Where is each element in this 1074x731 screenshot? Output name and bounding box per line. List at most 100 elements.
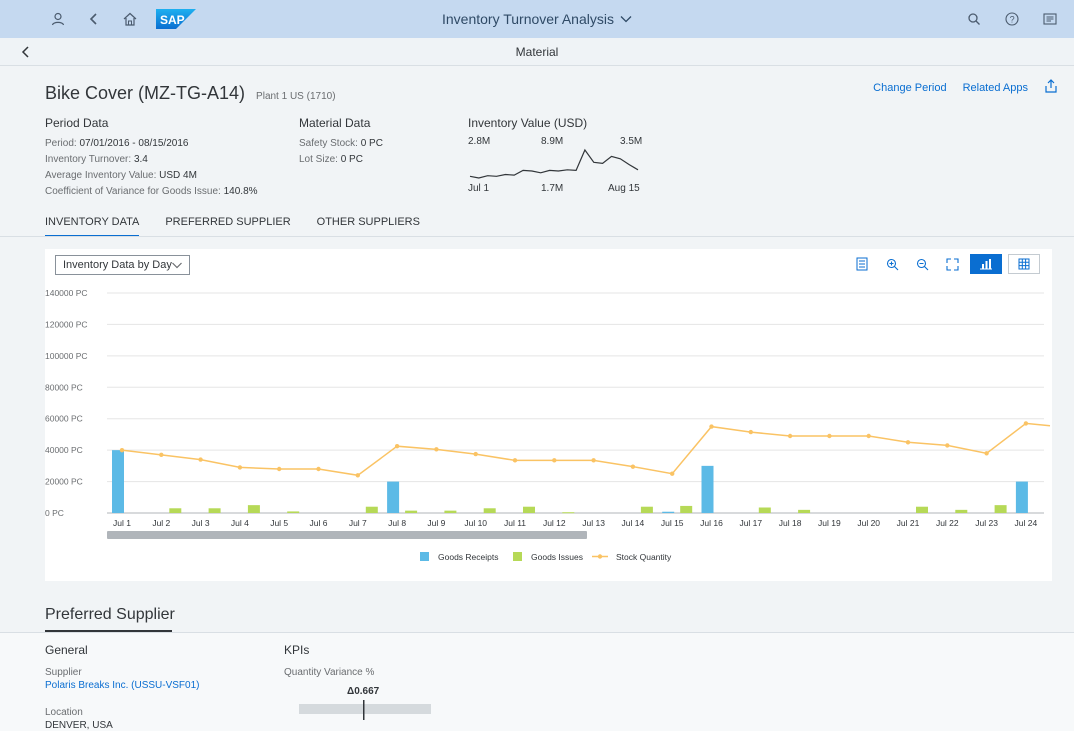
shell-left-group: SAP bbox=[48, 0, 196, 38]
goods-receipts-bar bbox=[112, 450, 124, 513]
stock-quantity-point bbox=[552, 458, 557, 463]
change-period-button[interactable]: Change Period bbox=[873, 82, 946, 94]
period-data-section: Period Data Period: 07/01/2016 - 08/15/2… bbox=[45, 116, 258, 200]
goods-issues-bar bbox=[365, 506, 378, 513]
goods-issues-bar bbox=[680, 505, 693, 513]
user-icon[interactable] bbox=[48, 9, 68, 29]
x-tick-label: Jul 21 bbox=[897, 518, 920, 528]
header-actions: Change Period Related Apps bbox=[873, 79, 1058, 96]
stock-quantity-point bbox=[434, 447, 439, 452]
share-icon[interactable] bbox=[1044, 79, 1058, 96]
y-tick-label: 140000 PC bbox=[45, 288, 88, 298]
material-data-heading: Material Data bbox=[299, 116, 371, 130]
supplier-link[interactable]: Polaris Breaks Inc. (USSU-VSF01) bbox=[45, 680, 200, 691]
kpis-heading: KPIs bbox=[284, 643, 310, 657]
stock-quantity-point bbox=[945, 443, 950, 448]
chart-grid bbox=[107, 292, 1044, 514]
tab-inventory-data[interactable]: INVENTORY DATA bbox=[45, 216, 140, 237]
sap-logo[interactable]: SAP bbox=[156, 8, 196, 30]
cov-label: Coefficient of Variance for Goods Issue: bbox=[45, 186, 221, 197]
spark-top-right: 3.5M bbox=[620, 136, 642, 147]
general-heading: General bbox=[45, 643, 88, 657]
related-apps-button[interactable]: Related Apps bbox=[963, 82, 1028, 94]
chevron-down-icon bbox=[620, 16, 632, 23]
goods-receipts-bar bbox=[662, 511, 675, 513]
stock-quantity-point bbox=[473, 451, 478, 457]
goods-issues-bar bbox=[562, 512, 575, 514]
goods-issues-bar bbox=[994, 505, 1007, 513]
x-tick-label: Jul 18 bbox=[779, 518, 802, 528]
chart-legend: Goods Receipts Goods Issues Stock Quantity bbox=[420, 552, 672, 562]
avg-inventory-label: Average Inventory Value: bbox=[45, 170, 157, 181]
stock-quantity-point bbox=[198, 457, 203, 462]
stock-quantity-point bbox=[316, 466, 321, 472]
legend-label: Goods Issues bbox=[531, 552, 583, 562]
stock-quantity-path bbox=[121, 422, 1051, 477]
stock-quantity-point bbox=[630, 464, 636, 469]
stock-quantity-point bbox=[866, 433, 871, 439]
x-tick-label: Jul 11 bbox=[504, 518, 526, 528]
spark-bottom-left: Jul 1 bbox=[468, 183, 490, 194]
x-tick-label: Jul 1 bbox=[113, 518, 131, 528]
lot-size-row: Lot Size: 0 PC bbox=[299, 152, 383, 168]
avg-inventory-row: Average Inventory Value: USD 4M bbox=[45, 168, 258, 184]
stock-quantity-line bbox=[119, 421, 1051, 478]
legend-label: Stock Quantity bbox=[616, 552, 672, 562]
location-value: DENVER, USA bbox=[45, 720, 113, 731]
chart-scrollbar-thumb[interactable] bbox=[107, 531, 587, 539]
inventory-chart: 140000 PC 120000 PC 100000 PC 80000 PC 60000… bbox=[45, 288, 1051, 562]
period-data-heading: Period Data bbox=[45, 116, 109, 130]
lot-size-label: Lot Size: bbox=[299, 154, 338, 165]
y-tick-label: 20000 PC bbox=[45, 477, 83, 487]
spark-bottom-right: Aug 15 bbox=[608, 183, 640, 194]
location-label: Location bbox=[45, 707, 83, 718]
goods-issues-bar bbox=[955, 509, 968, 513]
quantity-variance-value: Δ0.667 bbox=[347, 686, 380, 697]
preferred-supplier-title: Preferred Supplier bbox=[45, 606, 175, 623]
back-icon[interactable] bbox=[84, 9, 104, 29]
cov-row: Coefficient of Variance for Goods Issue:… bbox=[45, 184, 258, 200]
stock-quantity-point bbox=[984, 451, 989, 456]
kpis-section: KPIs Quantity Variance % Δ0.667 bbox=[284, 643, 444, 725]
quantity-variance-bullet: Δ0.667 bbox=[299, 686, 431, 720]
x-tick-label: Jul 7 bbox=[349, 518, 367, 528]
svg-text:?: ? bbox=[1010, 14, 1015, 24]
notifications-icon[interactable] bbox=[1040, 9, 1060, 29]
tab-preferred-supplier[interactable]: PREFERRED SUPPLIER bbox=[165, 216, 290, 237]
turnover-row: Inventory Turnover: 3.4 bbox=[45, 152, 258, 168]
object-title-line: Bike Cover (MZ-TG-A14) Plant 1 US (1710) bbox=[45, 83, 336, 104]
x-tick-label: Jul 4 bbox=[231, 518, 249, 528]
inventory-value-heading: Inventory Value (USD) bbox=[468, 116, 588, 130]
period-value: 07/01/2016 - 08/15/2016 bbox=[79, 138, 189, 149]
stock-quantity-point bbox=[512, 458, 518, 463]
legend-swatch bbox=[420, 552, 429, 561]
search-icon[interactable] bbox=[964, 9, 984, 29]
x-tick-label: Jul 10 bbox=[464, 518, 487, 528]
x-tick-label: Jul 9 bbox=[427, 518, 445, 528]
help-icon[interactable]: ? bbox=[1002, 9, 1022, 29]
stock-quantity-point bbox=[237, 465, 243, 470]
goods-receipts-bar bbox=[387, 481, 400, 513]
home-icon[interactable] bbox=[120, 9, 140, 29]
chart-card: Inventory Data by Day 140000 PC 120000 PC… bbox=[45, 249, 1052, 581]
stock-quantity-point bbox=[787, 433, 793, 439]
preferred-supplier-body: General Supplier Polaris Breaks Inc. (US… bbox=[0, 633, 1074, 731]
page-title: Material bbox=[515, 45, 559, 59]
inventory-value-sparkline: 2.8M 8.9M 3.5M Jul 1 1.7M Aug 15 bbox=[468, 136, 642, 194]
object-header: Bike Cover (MZ-TG-A14) Plant 1 US (1710)… bbox=[0, 66, 1074, 237]
x-tick-label: Jul 2 bbox=[152, 518, 170, 528]
stock-quantity-point bbox=[709, 424, 714, 429]
sparkline-path bbox=[469, 148, 639, 179]
sap-logo-text: SAP bbox=[160, 13, 185, 27]
app-title-menu[interactable]: Inventory Turnover Analysis bbox=[442, 11, 632, 27]
x-tick-label: Jul 12 bbox=[543, 518, 566, 528]
turnover-label: Inventory Turnover: bbox=[45, 154, 132, 165]
x-tick-label: Jul 22 bbox=[936, 518, 959, 528]
x-tick-label: Jul 14 bbox=[622, 518, 645, 528]
tab-other-suppliers[interactable]: OTHER SUPPLIERS bbox=[317, 216, 420, 237]
legend-marker bbox=[597, 554, 603, 559]
avg-inventory-value: USD 4M bbox=[159, 170, 197, 181]
goods-receipts-bar bbox=[1015, 481, 1028, 513]
spark-bottom-mid: 1.7M bbox=[541, 183, 563, 194]
legend-label: Goods Receipts bbox=[438, 552, 498, 562]
